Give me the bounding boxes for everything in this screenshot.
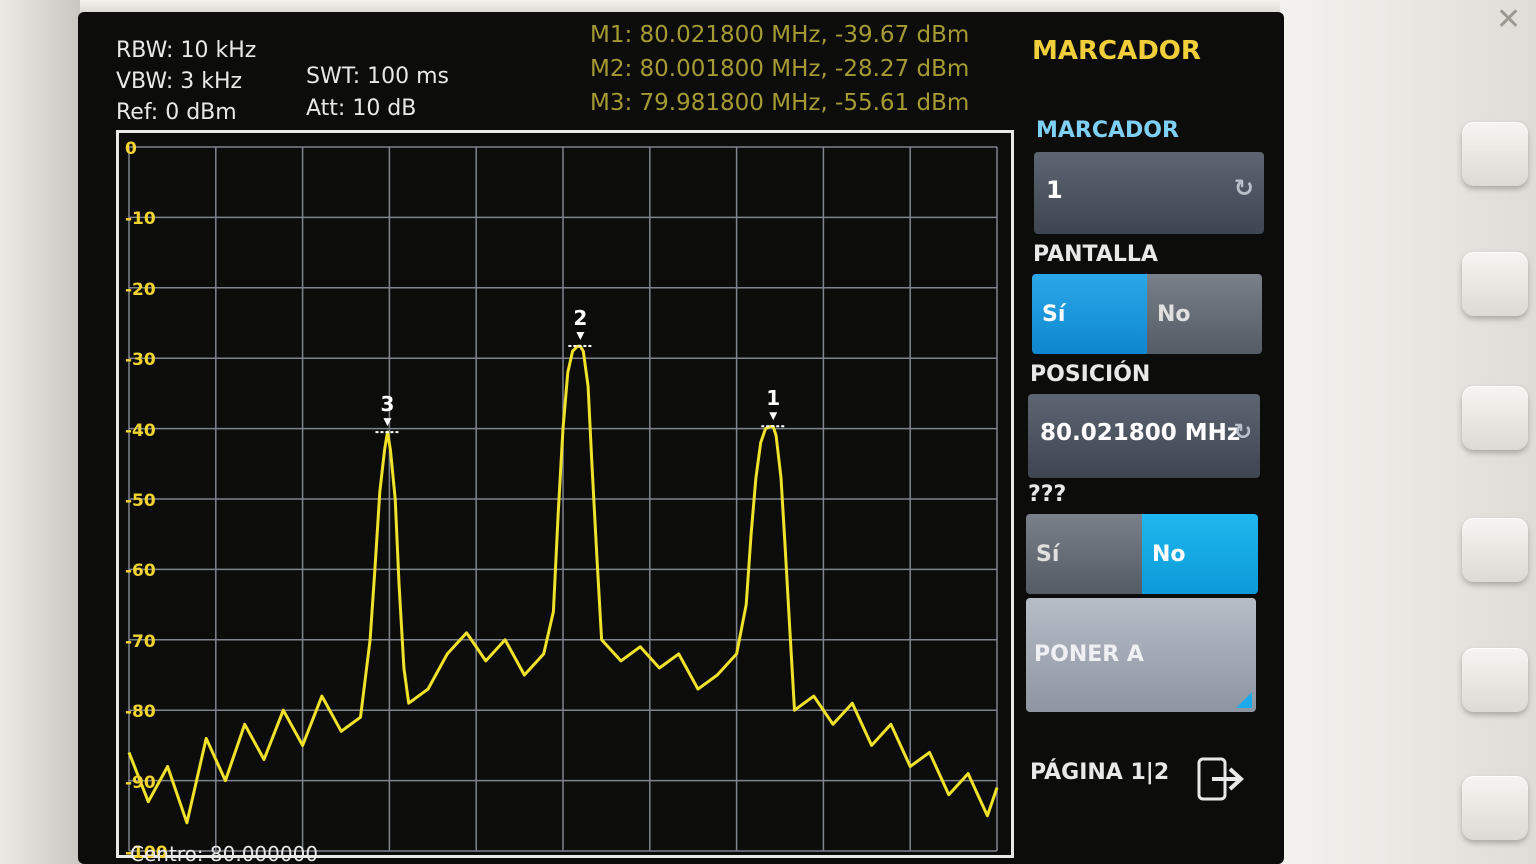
rbw-readout: RBW: 10 kHz [116,38,257,63]
unknown-no-option[interactable]: No [1142,514,1258,594]
marker-select-value: 1 [1046,176,1063,204]
display-no-option[interactable]: No [1147,274,1262,354]
menu-title: MARCADOR [1032,36,1201,66]
set-to-label: PONER A [1034,642,1144,667]
y-tick-label: -30 [125,350,156,371]
y-tick-label: -70 [125,631,156,652]
marker-select-field[interactable]: 1 ↻ [1034,152,1264,234]
analyzer-screen: RBW: 10 kHz VBW: 3 kHz Ref: 0 dBm SWT: 1… [78,12,1284,864]
y-tick-label: -90 [125,772,156,793]
softkey-1[interactable] [1462,122,1528,186]
instrument-bezel-left [0,0,80,864]
rotary-knob-icon: ↻ [1233,420,1252,445]
position-label: POSICIÓN [1030,362,1151,387]
y-tick-label: -50 [125,491,156,511]
marker-1-arrow-icon [769,412,778,421]
marker-2-readout: M2: 80.001800 MHz, -28.27 dBm [590,56,970,82]
position-value: 80.021800 MHz [1040,420,1241,446]
marker-3-label[interactable]: 3 [377,392,397,416]
softkey-3[interactable] [1462,386,1528,450]
softkey-4[interactable] [1462,518,1528,582]
softkey-2[interactable] [1462,252,1528,316]
y-tick-label: -60 [125,561,156,582]
marker-1-label[interactable]: 1 [763,386,783,410]
unknown-yes-option[interactable]: Sí [1026,514,1142,594]
unknown-option-toggle[interactable]: Sí No [1026,514,1258,594]
marker-2-label[interactable]: 2 [570,306,590,330]
rotary-knob-icon: ↻ [1233,174,1254,202]
set-to-button[interactable]: PONER A [1026,598,1256,712]
marker-select-label: MARCADOR [1036,118,1179,143]
unknown-option-label: ??? [1028,482,1067,507]
display-yes-option[interactable]: Sí [1032,274,1147,354]
marker-1-readout: M1: 80.021800 MHz, -39.67 dBm [590,22,970,48]
marker-3-readout: M3: 79.981800 MHz, -55.61 dBm [590,90,970,116]
y-tick-label: 0 [125,139,137,159]
attenuation-readout: Att: 10 dB [306,96,417,121]
y-tick-label: -80 [125,702,156,723]
sweep-time-readout: SWT: 100 ms [306,64,450,89]
spectrum-plot[interactable]: 0 -10 -20 -30 -40 -50 -60 -70 -80 -90 -100 1 2 3 [116,130,1014,863]
ref-level-readout: Ref: 0 dBm [116,100,237,125]
center-frequency-readout: Centro: 80.000000 [130,842,319,864]
close-icon[interactable]: ✕ [1496,2,1521,37]
marker-3-arrow-icon [383,418,392,427]
marker-2-arrow-icon [576,332,585,341]
softkey-5[interactable] [1462,648,1528,712]
spectrum-trace-svg [127,146,999,852]
position-field[interactable]: 80.021800 MHz ↻ [1028,394,1260,478]
y-tick-label: -10 [125,209,156,230]
exit-icon[interactable] [1196,754,1246,804]
y-tick-label: -40 [125,420,156,441]
y-tick-label: -20 [125,279,156,300]
vbw-readout: VBW: 3 kHz [116,69,243,94]
softkey-6[interactable] [1462,776,1528,840]
display-toggle[interactable]: Sí No [1032,274,1262,354]
submenu-indicator-icon [1236,692,1252,708]
page-indicator[interactable]: PÁGINA 1|2 [1030,760,1169,785]
display-label: PANTALLA [1033,242,1158,267]
